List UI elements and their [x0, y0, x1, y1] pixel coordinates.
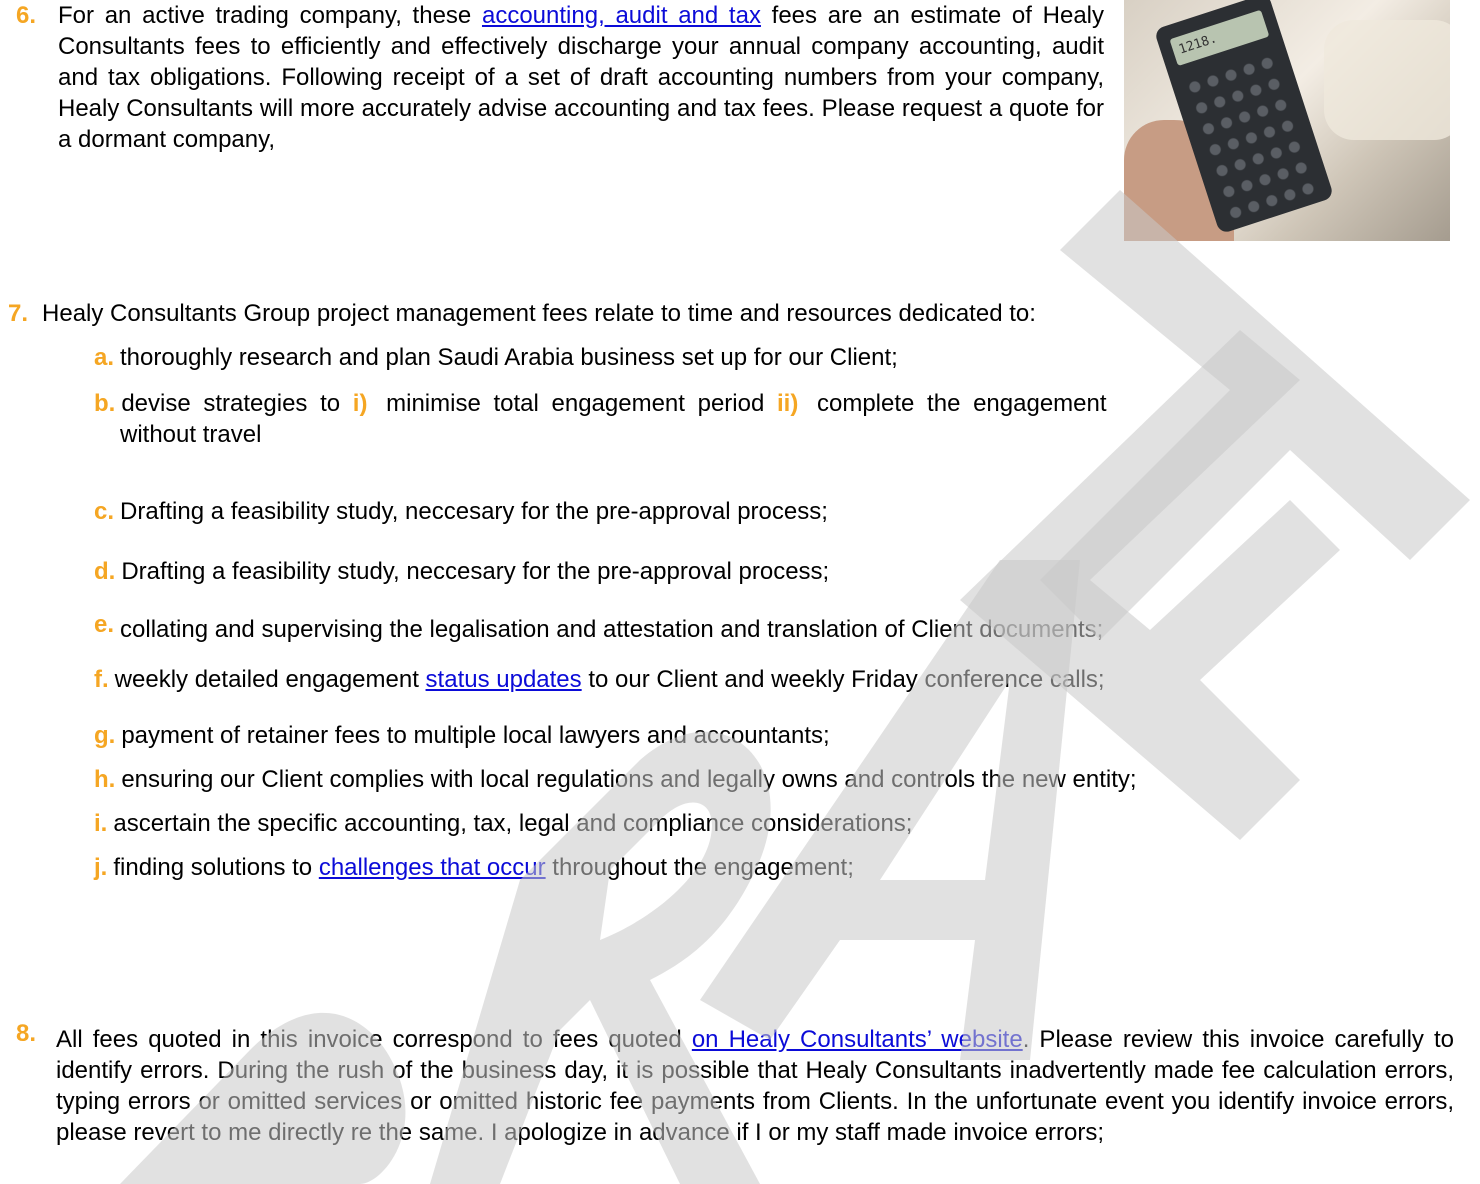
item-letter: i. — [94, 810, 108, 837]
item-letter: j. — [94, 854, 108, 881]
text: For an active trading company, these — [58, 2, 482, 29]
lead-text: Healy Consultants Group project manageme… — [42, 300, 1036, 327]
paragraph-8: 8. All fees quoted in this invoice corre… — [16, 1020, 1454, 1148]
list-item-c: c. Drafting a feasibility study, neccesar… — [94, 498, 828, 526]
list-item-d: d. Drafting a feasibility study, neccesar… — [94, 558, 829, 586]
list-item-g: g. payment of retainer fees to multiple l… — [94, 722, 830, 750]
healy-website-link[interactable]: on Healy Consultants’ website — [692, 1026, 1023, 1053]
list-item-e: e. collating and supervising the legalisa… — [94, 611, 1104, 644]
paragraph-lead: 7. Healy Consultants Group project manage… — [8, 300, 1036, 328]
challenges-link[interactable]: challenges that occur — [319, 854, 546, 881]
list-item-i: i. ascertain the specific accounting, tax… — [94, 810, 912, 838]
item-letter: h. — [94, 766, 116, 793]
item-text: to our Client and weekly Friday conferen… — [581, 666, 1105, 693]
item-letter: e. — [94, 611, 115, 638]
item-letter: f. — [94, 666, 109, 693]
list-item-h: h. ensuring our Client complies with loca… — [94, 766, 1137, 794]
item-text: weekly detailed engagement — [114, 666, 426, 693]
item-text: thoroughly research and plan Saudi Arabi… — [120, 344, 898, 371]
paragraph-number: 8. — [16, 1020, 37, 1047]
item-letter: g. — [94, 722, 116, 749]
list-item-b: b. devise strategies to i) minimise total… — [94, 388, 1354, 450]
paragraph-number: 6. — [16, 2, 37, 29]
list-item-j: j. finding solutions to challenges that o… — [94, 854, 854, 882]
item-letter: d. — [94, 558, 116, 585]
item-line: without travel — [120, 419, 1354, 450]
item-text: Drafting a feasibility study, neccesary … — [121, 558, 830, 585]
item-text: minimise total engagement period — [373, 390, 777, 417]
cloth-shape — [1324, 20, 1450, 140]
list-item-f: f. weekly detailed engagement status upda… — [94, 666, 1105, 694]
status-updates-link[interactable]: status updates — [426, 666, 582, 693]
text: All fees quoted in this invoice correspo… — [56, 1026, 692, 1053]
paragraph-body: For an active trading company, these acc… — [58, 0, 1104, 155]
item-text: throughout the engagement; — [545, 854, 854, 881]
item-text: devise strategies to — [121, 390, 353, 417]
item-letter: b. — [94, 390, 116, 417]
item-letter: a. — [94, 344, 115, 371]
list-item-a: a. thoroughly research and plan Saudi Ara… — [94, 344, 898, 372]
paragraph-body: All fees quoted in this invoice correspo… — [56, 1024, 1454, 1148]
calculator-photo: 1218. — [1124, 0, 1450, 241]
sub-number: ii) — [777, 390, 799, 417]
item-text: ensuring our Client complies with local … — [121, 766, 1137, 793]
item-text: without travel — [120, 421, 262, 448]
accounting-audit-tax-link[interactable]: accounting, audit and tax — [482, 2, 761, 29]
item-letter: c. — [94, 498, 115, 525]
item-text: finding solutions to — [113, 854, 319, 881]
item-text: collating and supervising the legalisati… — [120, 616, 1104, 643]
item-line: b. devise strategies to i) minimise total… — [94, 388, 1354, 419]
item-text: complete the engagement — [804, 390, 1107, 417]
item-text: Drafting a feasibility study, neccesary … — [120, 498, 828, 525]
item-text: payment of retainer fees to multiple loc… — [121, 722, 830, 749]
paragraph-6: 6. For an active trading company, these … — [16, 0, 1104, 155]
sub-number: i) — [352, 390, 368, 417]
paragraph-number: 7. — [8, 300, 29, 327]
item-text: ascertain the specific accounting, tax, … — [113, 810, 913, 837]
